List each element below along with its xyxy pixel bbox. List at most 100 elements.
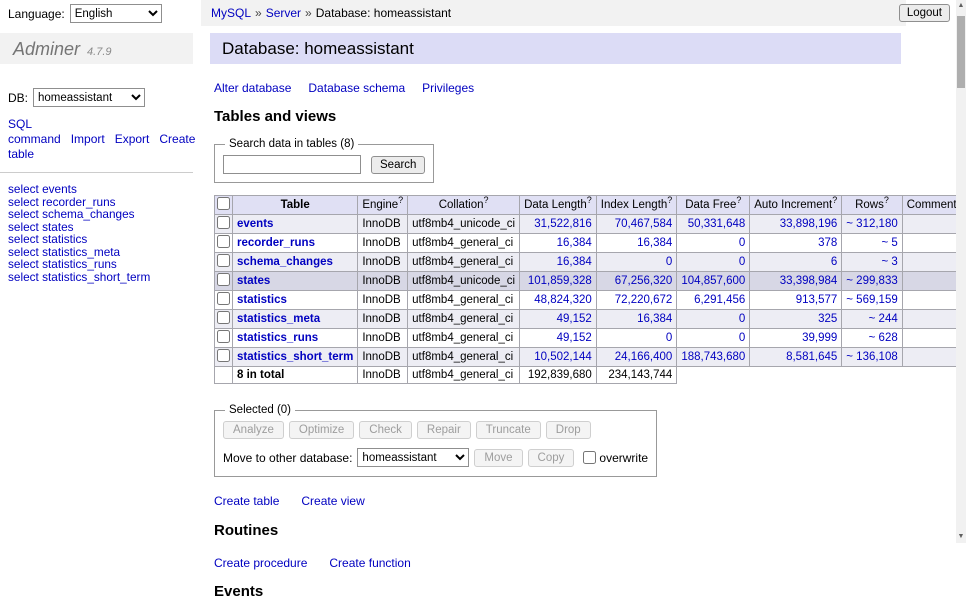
copy-button[interactable]: Copy	[528, 449, 575, 467]
row-checkbox[interactable]	[217, 292, 230, 305]
cell-collation: utf8mb4_general_ci	[408, 253, 520, 272]
drop-button[interactable]: Drop	[546, 421, 591, 439]
select-all-checkbox[interactable]	[217, 197, 230, 210]
column-help-marker[interactable]: ?	[587, 196, 592, 206]
column-header-auto-increment[interactable]: Auto Increment?	[750, 196, 842, 215]
breadcrumb-link-mysql[interactable]: MySQL	[211, 6, 251, 20]
column-help-marker[interactable]: ?	[736, 196, 741, 206]
sidebar-link-sql-command[interactable]: SQL command	[8, 117, 61, 146]
cell-auto-increment: 913,577	[750, 291, 842, 310]
total-index-length-cell: 234,143,744	[596, 367, 677, 384]
table-link-statistics-short-term[interactable]: statistics_short_term	[237, 351, 353, 363]
nav-link-database-schema[interactable]: Database schema	[308, 81, 405, 95]
db-nav-links: Alter database Database schema Privileges	[214, 81, 910, 95]
cell-data-length: 16,384	[520, 234, 597, 253]
move-db-select[interactable]: homeassistant	[357, 448, 469, 467]
search-legend: Search data in tables (8)	[225, 138, 358, 150]
table-link-statistics-runs[interactable]: statistics_runs	[237, 332, 318, 344]
breadcrumb-link-server[interactable]: Server	[266, 6, 301, 20]
table-link-statistics[interactable]: statistics	[237, 294, 287, 306]
nav-link-alter-database[interactable]: Alter database	[214, 81, 291, 95]
column-help-marker[interactable]: ?	[884, 196, 889, 206]
cell-rows: ~ 628	[842, 329, 902, 348]
column-header-table[interactable]: Table	[233, 196, 358, 215]
column-header-data-length[interactable]: Data Length?	[520, 196, 597, 215]
row-checkbox[interactable]	[217, 235, 230, 248]
page-title: Database: homeassistant	[210, 33, 901, 64]
sidebar-link-import[interactable]: Import	[71, 132, 105, 146]
table-link-events[interactable]: events	[237, 218, 273, 230]
column-header-rows[interactable]: Rows?	[842, 196, 902, 215]
optimize-button[interactable]: Optimize	[289, 421, 354, 439]
row-checkbox[interactable]	[217, 330, 230, 343]
analyze-button[interactable]: Analyze	[223, 421, 284, 439]
tables-section-title: Tables and views	[214, 108, 910, 125]
sidebar-select-statistics[interactable]: select statistics	[8, 233, 193, 246]
row-select-cell	[215, 253, 233, 272]
truncate-button[interactable]: Truncate	[476, 421, 541, 439]
search-button[interactable]: Search	[371, 156, 425, 174]
scrollbar[interactable]: ▲ ▼	[956, 0, 966, 543]
column-header-index-length[interactable]: Index Length?	[596, 196, 677, 215]
cell-data-length: 101,859,328	[520, 272, 597, 291]
cell-engine: InnoDB	[358, 272, 408, 291]
sidebar-select-statistics-short-term[interactable]: select statistics_short_term	[8, 271, 193, 284]
language-select[interactable]: English	[70, 4, 162, 23]
main-create-function-link[interactable]: Create function	[329, 556, 410, 570]
cell-data-length: 48,824,320	[520, 291, 597, 310]
column-help-marker[interactable]: ?	[832, 196, 837, 206]
sidebar-select-schema-changes[interactable]: select schema_changes	[8, 208, 193, 221]
scroll-down-icon[interactable]: ▼	[956, 531, 966, 543]
cell-auto-increment: 39,999	[750, 329, 842, 348]
row-checkbox[interactable]	[217, 216, 230, 229]
sidebar-link-export[interactable]: Export	[115, 132, 150, 146]
column-header-engine[interactable]: Engine?	[358, 196, 408, 215]
table-link-statistics-meta[interactable]: statistics_meta	[237, 313, 320, 325]
move-button[interactable]: Move	[474, 449, 522, 467]
cell-engine: InnoDB	[358, 329, 408, 348]
table-link-schema-changes[interactable]: schema_changes	[237, 256, 333, 268]
table-total-row: 8 in totalInnoDButf8mb4_general_ci192,83…	[215, 367, 966, 384]
cell-auto-increment: 33,898,196	[750, 215, 842, 234]
table-link-states[interactable]: states	[237, 275, 270, 287]
nav-link-privileges[interactable]: Privileges	[422, 81, 474, 95]
sidebar-select-statistics-runs[interactable]: select statistics_runs	[8, 258, 193, 271]
cell-data-free: 50,331,648	[677, 215, 750, 234]
main-create-view-link[interactable]: Create view	[301, 494, 364, 508]
column-header-collation[interactable]: Collation?	[408, 196, 520, 215]
column-help-marker[interactable]: ?	[398, 196, 403, 206]
app-logo: Adminer 4.7.9	[0, 33, 193, 64]
cell-index-length: 67,256,320	[596, 272, 677, 291]
app-name-link[interactable]: Adminer	[13, 39, 80, 60]
db-select[interactable]: homeassistant	[33, 88, 145, 107]
row-checkbox[interactable]	[217, 311, 230, 324]
main-create-procedure-link[interactable]: Create procedure	[214, 556, 307, 570]
logout-button[interactable]: Logout	[899, 4, 950, 22]
sidebar-select-events[interactable]: select events	[8, 183, 193, 196]
check-button[interactable]: Check	[359, 421, 412, 439]
row-checkbox[interactable]	[217, 254, 230, 267]
search-input[interactable]	[223, 155, 361, 174]
table-name-cell: recorder_runs	[233, 234, 358, 253]
row-checkbox[interactable]	[217, 273, 230, 286]
cell-index-length: 0	[596, 253, 677, 272]
column-header-data-free[interactable]: Data Free?	[677, 196, 750, 215]
repair-button[interactable]: Repair	[417, 421, 471, 439]
table-name-cell: statistics_short_term	[233, 348, 358, 367]
column-help-marker[interactable]: ?	[667, 196, 672, 206]
row-checkbox[interactable]	[217, 349, 230, 362]
language-label: Language:	[8, 7, 65, 21]
main-create-table-link[interactable]: Create table	[214, 494, 279, 508]
overwrite-checkbox[interactable]	[583, 451, 596, 464]
scroll-up-icon[interactable]: ▲	[956, 0, 966, 12]
column-help-marker[interactable]: ?	[483, 196, 488, 206]
sidebar: Adminer 4.7.9 DB: homeassistant SQL comm…	[0, 27, 193, 283]
scroll-thumb[interactable]	[957, 16, 965, 88]
table-name-cell: statistics_meta	[233, 310, 358, 329]
table-row: statistics_short_termInnoDButf8mb4_gener…	[215, 348, 966, 367]
table-link-recorder-runs[interactable]: recorder_runs	[237, 237, 315, 249]
breadcrumb: MySQL»Server»Database: homeassistant	[201, 0, 906, 26]
cell-data-length: 31,522,816	[520, 215, 597, 234]
cell-data-free: 6,291,456	[677, 291, 750, 310]
table-name-cell: schema_changes	[233, 253, 358, 272]
